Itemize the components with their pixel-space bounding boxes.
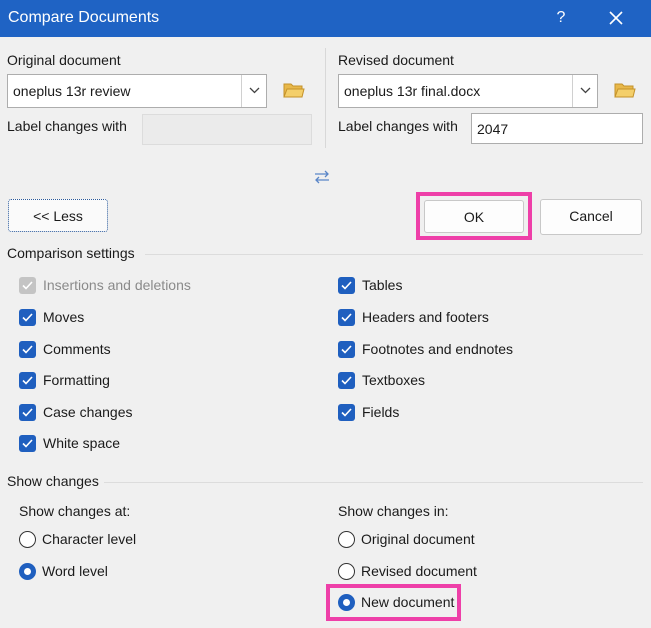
chevron-down-icon: [249, 87, 260, 94]
checkmark-icon: [341, 281, 352, 290]
checkmark-icon: [341, 313, 352, 322]
checkmark-icon: [341, 376, 352, 385]
checkmark-icon: [22, 408, 33, 417]
checkmark-icon: [341, 408, 352, 417]
original-document-dropdown-button[interactable]: [241, 75, 266, 107]
show-changes-separator: [104, 482, 643, 483]
swap-documents-button[interactable]: [313, 168, 331, 186]
title-bar: Compare Documents ?: [0, 0, 651, 37]
checkmark-icon: [22, 376, 33, 385]
help-button[interactable]: ?: [551, 7, 571, 29]
ok-button[interactable]: OK: [424, 200, 524, 233]
revised-document-dropdown-button[interactable]: [572, 75, 597, 107]
revised-document-label: Revised document: [338, 52, 454, 68]
close-icon: [609, 11, 623, 25]
original-label-changes-label: Label changes with: [7, 118, 127, 134]
show-changes-heading: Show changes: [7, 473, 99, 489]
comparison-settings-separator: [145, 254, 643, 255]
cancel-button[interactable]: Cancel: [540, 199, 642, 235]
less-button[interactable]: << Less: [8, 199, 108, 232]
checkmark-icon: [22, 345, 33, 354]
revised-label-changes-label: Label changes with: [338, 118, 458, 134]
original-document-label: Original document: [7, 52, 121, 68]
revised-document-combo[interactable]: oneplus 13r final.docx: [338, 74, 598, 108]
original-document-combo[interactable]: oneplus 13r review: [7, 74, 267, 108]
original-browse-button[interactable]: [283, 81, 305, 99]
revised-browse-button[interactable]: [614, 81, 636, 99]
chevron-down-icon: [580, 87, 591, 94]
revised-document-value: oneplus 13r final.docx: [344, 83, 481, 99]
column-divider: [325, 48, 326, 148]
checkmark-icon: [341, 345, 352, 354]
window-title: Compare Documents: [8, 9, 160, 26]
checkmark-icon: [22, 439, 33, 448]
revised-label-changes-input[interactable]: 2047: [471, 113, 643, 144]
folder-icon: [614, 83, 636, 98]
show-changes-in-label: Show changes in:: [338, 503, 449, 519]
comparison-settings-heading: Comparison settings: [7, 245, 135, 261]
swap-arrows-icon: [315, 170, 329, 184]
original-document-value: oneplus 13r review: [13, 83, 131, 99]
checkmark-icon: [22, 313, 33, 322]
show-changes-at-label: Show changes at:: [19, 503, 131, 519]
folder-icon: [283, 83, 305, 98]
original-label-changes-input: [142, 114, 312, 145]
close-button[interactable]: [604, 6, 628, 30]
checkmark-icon: [22, 281, 33, 290]
